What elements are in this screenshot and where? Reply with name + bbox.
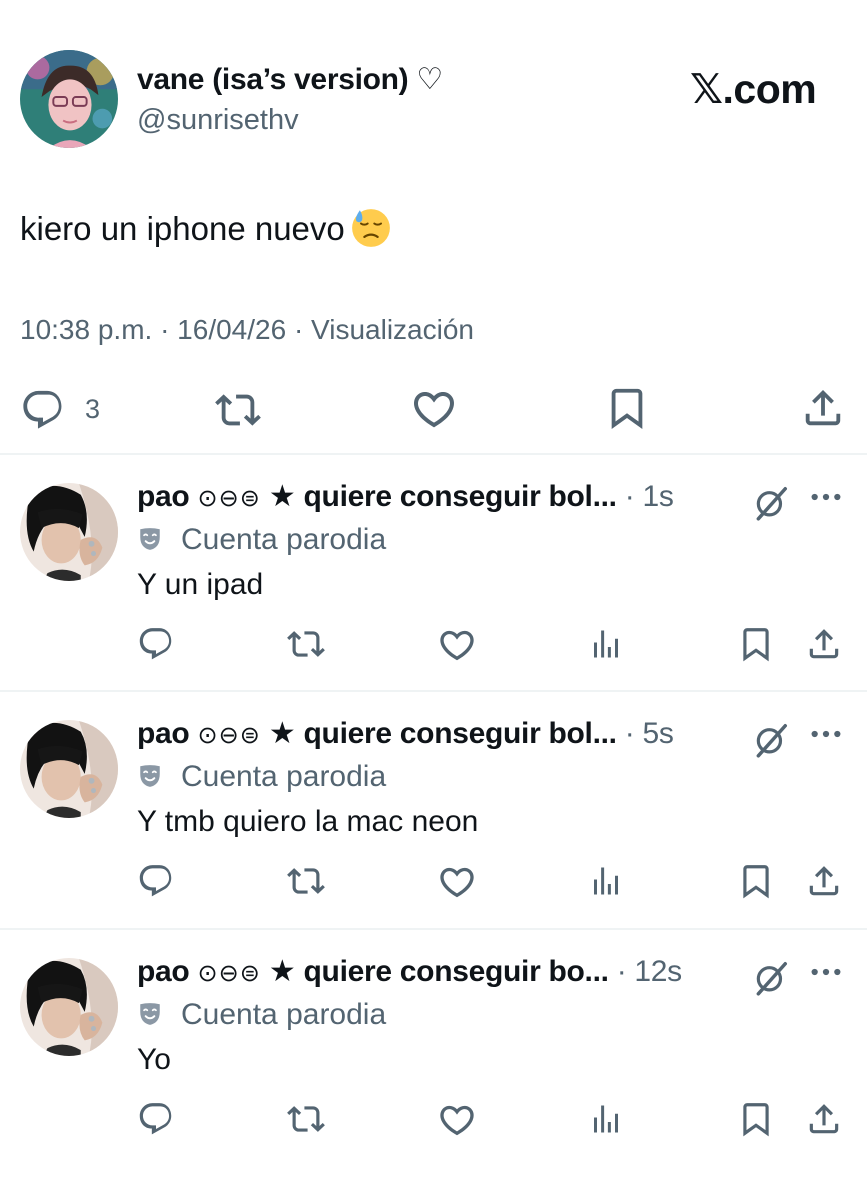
reply-timestamp[interactable]: · 1s xyxy=(625,480,674,513)
reply-author-rest: quiere conseguir bo... xyxy=(303,955,609,988)
reply-author-first: pao xyxy=(137,955,190,988)
reply-author-name[interactable]: pao ⊙⊖⊜ ★ quiere conseguir bo... · 12s xyxy=(137,954,682,989)
share-icon[interactable] xyxy=(800,385,846,431)
retweet-icon[interactable] xyxy=(214,387,262,433)
reply-avatar[interactable] xyxy=(20,720,118,818)
reply-author-badges: ⊙⊖⊜ xyxy=(197,722,261,749)
like-icon[interactable] xyxy=(437,1100,477,1140)
downcast-face-with-sweat-emoji xyxy=(351,209,390,247)
reply-author-name[interactable]: pao ⊙⊖⊜ ★ quiere conseguir bol... · 1s xyxy=(137,479,674,514)
retweet-icon[interactable] xyxy=(286,625,326,663)
parody-label-text: Cuenta parodia xyxy=(181,760,387,793)
star-symbol: ★ xyxy=(268,717,296,750)
reply-card[interactable]: pao ⊙⊖⊜ ★ quiere conseguir bol... · 5s C… xyxy=(0,692,867,929)
author-display-name: vane (isa’s version) xyxy=(137,63,409,96)
reply-icon[interactable] xyxy=(137,1100,175,1138)
more-icon[interactable] xyxy=(809,728,843,740)
main-tweet: vane (isa’s version) ♡ @sunrisethv 𝕏.com… xyxy=(0,0,867,453)
reply-author-first: pao xyxy=(137,480,190,513)
bookmark-icon[interactable] xyxy=(737,1100,775,1138)
like-icon[interactable] xyxy=(437,862,477,902)
reply-avatar[interactable] xyxy=(20,958,118,1056)
views-icon[interactable] xyxy=(588,625,624,663)
more-icon[interactable] xyxy=(809,966,843,978)
parody-label-text: Cuenta parodia xyxy=(181,523,387,556)
parody-label: Cuenta parodia xyxy=(137,998,386,1032)
reply-count: 3 xyxy=(85,394,101,424)
tweet-text: kiero un iphone nuevo xyxy=(20,208,391,248)
reply-author-name[interactable]: pao ⊙⊖⊜ ★ quiere conseguir bol... · 5s xyxy=(137,716,674,751)
bookmark-icon[interactable] xyxy=(737,862,775,900)
reply-timestamp[interactable]: · 5s xyxy=(625,717,674,750)
reply-author-rest: quiere conseguir bol... xyxy=(303,480,617,513)
reply-icon[interactable] xyxy=(137,862,175,900)
heart-symbol: ♡ xyxy=(416,63,444,96)
grok-icon[interactable] xyxy=(752,958,790,998)
grok-icon[interactable] xyxy=(752,483,790,523)
like-icon[interactable] xyxy=(410,385,458,433)
reply-text: Yo xyxy=(137,1043,171,1076)
share-icon[interactable] xyxy=(805,625,843,663)
bookmark-icon[interactable] xyxy=(604,385,650,431)
grok-icon[interactable] xyxy=(752,720,790,760)
star-symbol: ★ xyxy=(268,955,296,988)
reply-author-rest: quiere conseguir bol... xyxy=(303,717,617,750)
reply-card[interactable]: pao ⊙⊖⊜ ★ quiere conseguir bo... · 12s C… xyxy=(0,930,867,1167)
tweet-meta: 10:38 p.m. · 16/04/26 · Visualización xyxy=(20,314,474,345)
reply-text: Y un ipad xyxy=(137,568,264,601)
more-icon[interactable] xyxy=(809,491,843,503)
retweet-icon[interactable] xyxy=(286,1100,326,1138)
reply-author-badges: ⊙⊖⊜ xyxy=(197,485,261,512)
reply-text: Y tmb quiero la mac neon xyxy=(137,805,479,838)
bookmark-icon[interactable] xyxy=(737,625,775,663)
reply-icon[interactable] xyxy=(20,387,66,433)
views-icon[interactable] xyxy=(588,1100,624,1138)
reply-avatar[interactable] xyxy=(20,483,118,581)
author-handle[interactable]: @sunrisethv xyxy=(137,104,299,137)
share-icon[interactable] xyxy=(805,862,843,900)
parody-label-text: Cuenta parodia xyxy=(181,998,387,1031)
views-icon[interactable] xyxy=(588,862,624,900)
reply-card[interactable]: pao ⊙⊖⊜ ★ quiere conseguir bol... · 1s C… xyxy=(0,455,867,692)
parody-mask-icon xyxy=(137,526,163,552)
parody-label: Cuenta parodia xyxy=(137,760,386,794)
reply-timestamp[interactable]: · 12s xyxy=(617,955,683,988)
tweet-text-content: kiero un iphone nuevo xyxy=(20,210,345,247)
author-avatar[interactable] xyxy=(20,50,118,148)
author-name[interactable]: vane (isa’s version) ♡ xyxy=(137,62,443,97)
reply-author-first: pao xyxy=(137,717,190,750)
share-icon[interactable] xyxy=(805,1100,843,1138)
star-symbol: ★ xyxy=(268,480,296,513)
like-icon[interactable] xyxy=(437,625,477,665)
parody-label: Cuenta parodia xyxy=(137,523,386,557)
retweet-icon[interactable] xyxy=(286,862,326,900)
parody-mask-icon xyxy=(137,1001,163,1027)
reply-author-badges: ⊙⊖⊜ xyxy=(197,960,261,987)
x-logo: 𝕏.com xyxy=(690,66,817,112)
parody-mask-icon xyxy=(137,763,163,789)
reply-icon[interactable] xyxy=(137,625,175,663)
